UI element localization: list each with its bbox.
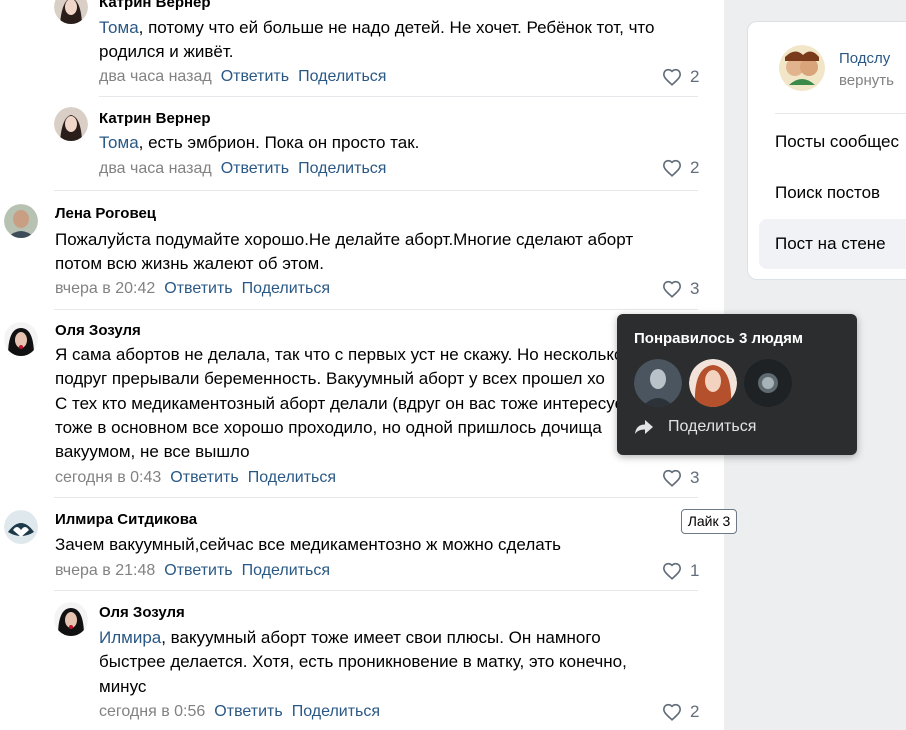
- mention-link[interactable]: Тома: [99, 18, 139, 37]
- like-count: 1: [690, 561, 700, 580]
- comment-time[interactable]: вчера в 20:42: [55, 280, 155, 297]
- comment-text: Илмира, вакуумный аборт тоже имеет свои …: [99, 628, 601, 647]
- share-button[interactable]: Поделиться: [242, 562, 330, 579]
- like-count: 2: [690, 67, 700, 86]
- like-count: 2: [690, 702, 700, 721]
- sidebar-item-wall-post[interactable]: Пост на стене: [759, 219, 906, 269]
- community-title[interactable]: Подслу: [839, 50, 890, 67]
- divider: [54, 497, 698, 498]
- comment-time[interactable]: вчера в 21:48: [55, 562, 155, 579]
- community-back-link[interactable]: вернуть: [839, 72, 894, 89]
- like-button[interactable]: 3: [662, 279, 699, 299]
- like-button[interactable]: 1: [662, 561, 699, 581]
- share-icon: [635, 420, 653, 434]
- comment-text: Тома, есть эмбрион. Пока он просто так.: [99, 133, 420, 152]
- divider: [99, 96, 698, 97]
- comment-time[interactable]: два часа назад: [99, 68, 212, 85]
- tooltip-share-button[interactable]: Поделиться: [634, 418, 756, 436]
- comment-text-line: С тех кто медикаментозный аборт делали (…: [55, 394, 637, 413]
- likes-tooltip: Понравилось 3 людям Поделиться: [617, 314, 857, 455]
- comment-text-line: Я сама абортов не делала, так что с перв…: [55, 345, 624, 364]
- heart-icon: [662, 469, 682, 487]
- share-button[interactable]: Поделиться: [248, 469, 336, 486]
- reply-button[interactable]: Ответить: [164, 562, 232, 579]
- like-count: 3: [690, 279, 700, 298]
- comment-text-line: родился и живёт.: [99, 42, 234, 61]
- comment-author[interactable]: Лена Роговец: [55, 205, 156, 222]
- like-button[interactable]: 2: [662, 158, 699, 178]
- heart-icon: [662, 562, 682, 580]
- comment-meta: два часа назад Ответить Поделиться: [99, 160, 395, 178]
- heart-icon: [662, 280, 682, 298]
- comment-text-line: подруг прерывали беременность. Вакуумный…: [55, 369, 605, 388]
- like-button[interactable]: 3: [662, 468, 699, 488]
- comment-text-line: быстрее делается. Хотя, есть проникновен…: [99, 652, 627, 671]
- sidebar-item-search-posts[interactable]: Поиск постов: [759, 168, 906, 218]
- reply-button[interactable]: Ответить: [221, 160, 289, 177]
- comment-time[interactable]: сегодня в 0:56: [99, 703, 205, 720]
- reply-button[interactable]: Ответить: [221, 68, 289, 85]
- comment-text-line: тоже в основном все хорошо проходило, но…: [55, 418, 602, 437]
- comment-author[interactable]: Катрин Вернер: [99, 110, 211, 127]
- share-button[interactable]: Поделиться: [292, 703, 380, 720]
- comment-text-line: вакуумом, не все вышло: [55, 442, 250, 461]
- reply-button[interactable]: Ответить: [170, 469, 238, 486]
- comment-author[interactable]: Катрин Вернер: [99, 0, 211, 11]
- mention-link[interactable]: Илмира: [99, 628, 161, 647]
- comment-text-line: потом всю жизнь жалеют об этом.: [55, 254, 324, 273]
- comment-author[interactable]: Оля Зозуля: [55, 322, 141, 339]
- tooltip-title[interactable]: Понравилось 3 людям: [634, 330, 803, 347]
- share-button[interactable]: Поделиться: [298, 68, 386, 85]
- avatar[interactable]: [54, 602, 88, 636]
- heart-icon: [662, 159, 682, 177]
- like-count: 3: [690, 468, 700, 487]
- avatar[interactable]: [54, 107, 88, 141]
- like-count: 2: [690, 158, 700, 177]
- like-button[interactable]: 2: [662, 67, 699, 87]
- comment-meta: два часа назад Ответить Поделиться: [99, 68, 395, 86]
- sidebar-item-community-posts[interactable]: Посты сообщес: [759, 117, 906, 167]
- liker-avatar[interactable]: [744, 359, 792, 407]
- comment-meta: сегодня в 0:43 Ответить Поделиться: [55, 469, 345, 487]
- comment-meta: вчера в 20:42 Ответить Поделиться: [55, 280, 339, 298]
- divider: [54, 590, 698, 591]
- like-hint-tooltip: Лайк 3: [681, 509, 737, 534]
- comment-author[interactable]: Илмира Ситдикова: [55, 511, 197, 528]
- community-avatar[interactable]: [779, 45, 825, 91]
- heart-icon: [662, 703, 682, 721]
- comment-text: Тома, потому что ей больше не надо детей…: [99, 18, 655, 37]
- comment-time[interactable]: два часа назад: [99, 160, 212, 177]
- liker-avatar[interactable]: [689, 359, 737, 407]
- reply-button[interactable]: Ответить: [164, 280, 232, 297]
- comment-meta: вчера в 21:48 Ответить Поделиться: [55, 562, 339, 580]
- comment-time[interactable]: сегодня в 0:43: [55, 469, 161, 486]
- divider: [54, 190, 698, 191]
- reply-button[interactable]: Ответить: [214, 703, 282, 720]
- share-button[interactable]: Поделиться: [298, 160, 386, 177]
- comment-text-line: Зачем вакуумный,сейчас все медикаментозн…: [55, 535, 561, 554]
- liker-avatar[interactable]: [634, 359, 682, 407]
- heart-icon: [662, 68, 682, 86]
- comment-text-line: минус: [99, 677, 147, 696]
- comment-meta: сегодня в 0:56 Ответить Поделиться: [99, 703, 389, 721]
- like-button[interactable]: 2: [662, 702, 699, 722]
- share-button[interactable]: Поделиться: [242, 280, 330, 297]
- avatar[interactable]: [4, 204, 38, 238]
- avatar[interactable]: [4, 322, 38, 356]
- comment-text-line: Пожалуйста подумайте хорошо.Не делайте а…: [55, 230, 634, 249]
- mention-link[interactable]: Тома: [99, 133, 139, 152]
- avatar[interactable]: [4, 510, 38, 544]
- divider: [775, 113, 906, 114]
- comment-author[interactable]: Оля Зозуля: [99, 604, 185, 621]
- divider: [54, 309, 698, 310]
